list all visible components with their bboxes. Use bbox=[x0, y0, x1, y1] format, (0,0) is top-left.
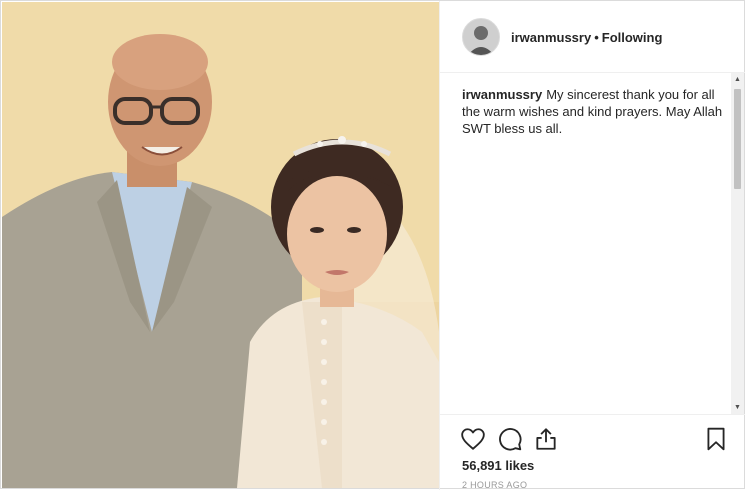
comments-scrollbar[interactable]: ▲ ▼ bbox=[731, 73, 744, 414]
post-container: irwanmussry • Following irwanmussry My sinc… bbox=[0, 0, 745, 490]
like-button[interactable] bbox=[460, 426, 486, 452]
comment-icon bbox=[499, 428, 522, 451]
following-button[interactable]: Following bbox=[602, 30, 663, 45]
comment-button[interactable] bbox=[497, 426, 523, 452]
post-actions: 56,891 likes 2 HOURS AGO bbox=[440, 414, 745, 490]
likes-count[interactable]: 56,891 likes bbox=[462, 458, 534, 473]
save-button[interactable] bbox=[703, 426, 729, 452]
caption: irwanmussry My sincerest thank you for al… bbox=[462, 86, 724, 137]
caption-username-link[interactable]: irwanmussry bbox=[462, 87, 542, 102]
wedding-photo-illustration bbox=[2, 2, 439, 488]
scroll-up-arrow-icon[interactable]: ▲ bbox=[731, 73, 744, 86]
share-icon bbox=[536, 428, 556, 450]
avatar-image bbox=[463, 19, 499, 55]
comments-area: irwanmussry My sincerest thank you for al… bbox=[440, 73, 733, 413]
scroll-thumb[interactable] bbox=[734, 89, 741, 189]
separator: • bbox=[594, 30, 599, 45]
header-text: irwanmussry • Following bbox=[511, 30, 662, 45]
post-photo[interactable] bbox=[2, 2, 439, 488]
scroll-down-arrow-icon[interactable]: ▼ bbox=[731, 401, 744, 414]
heart-icon bbox=[461, 428, 485, 450]
avatar[interactable] bbox=[462, 18, 500, 56]
bookmark-icon bbox=[707, 427, 725, 451]
post-side-panel: irwanmussry • Following irwanmussry My sinc… bbox=[439, 1, 745, 490]
share-button[interactable] bbox=[533, 426, 559, 452]
username-link[interactable]: irwanmussry bbox=[511, 30, 591, 45]
post-header: irwanmussry • Following bbox=[440, 1, 745, 73]
